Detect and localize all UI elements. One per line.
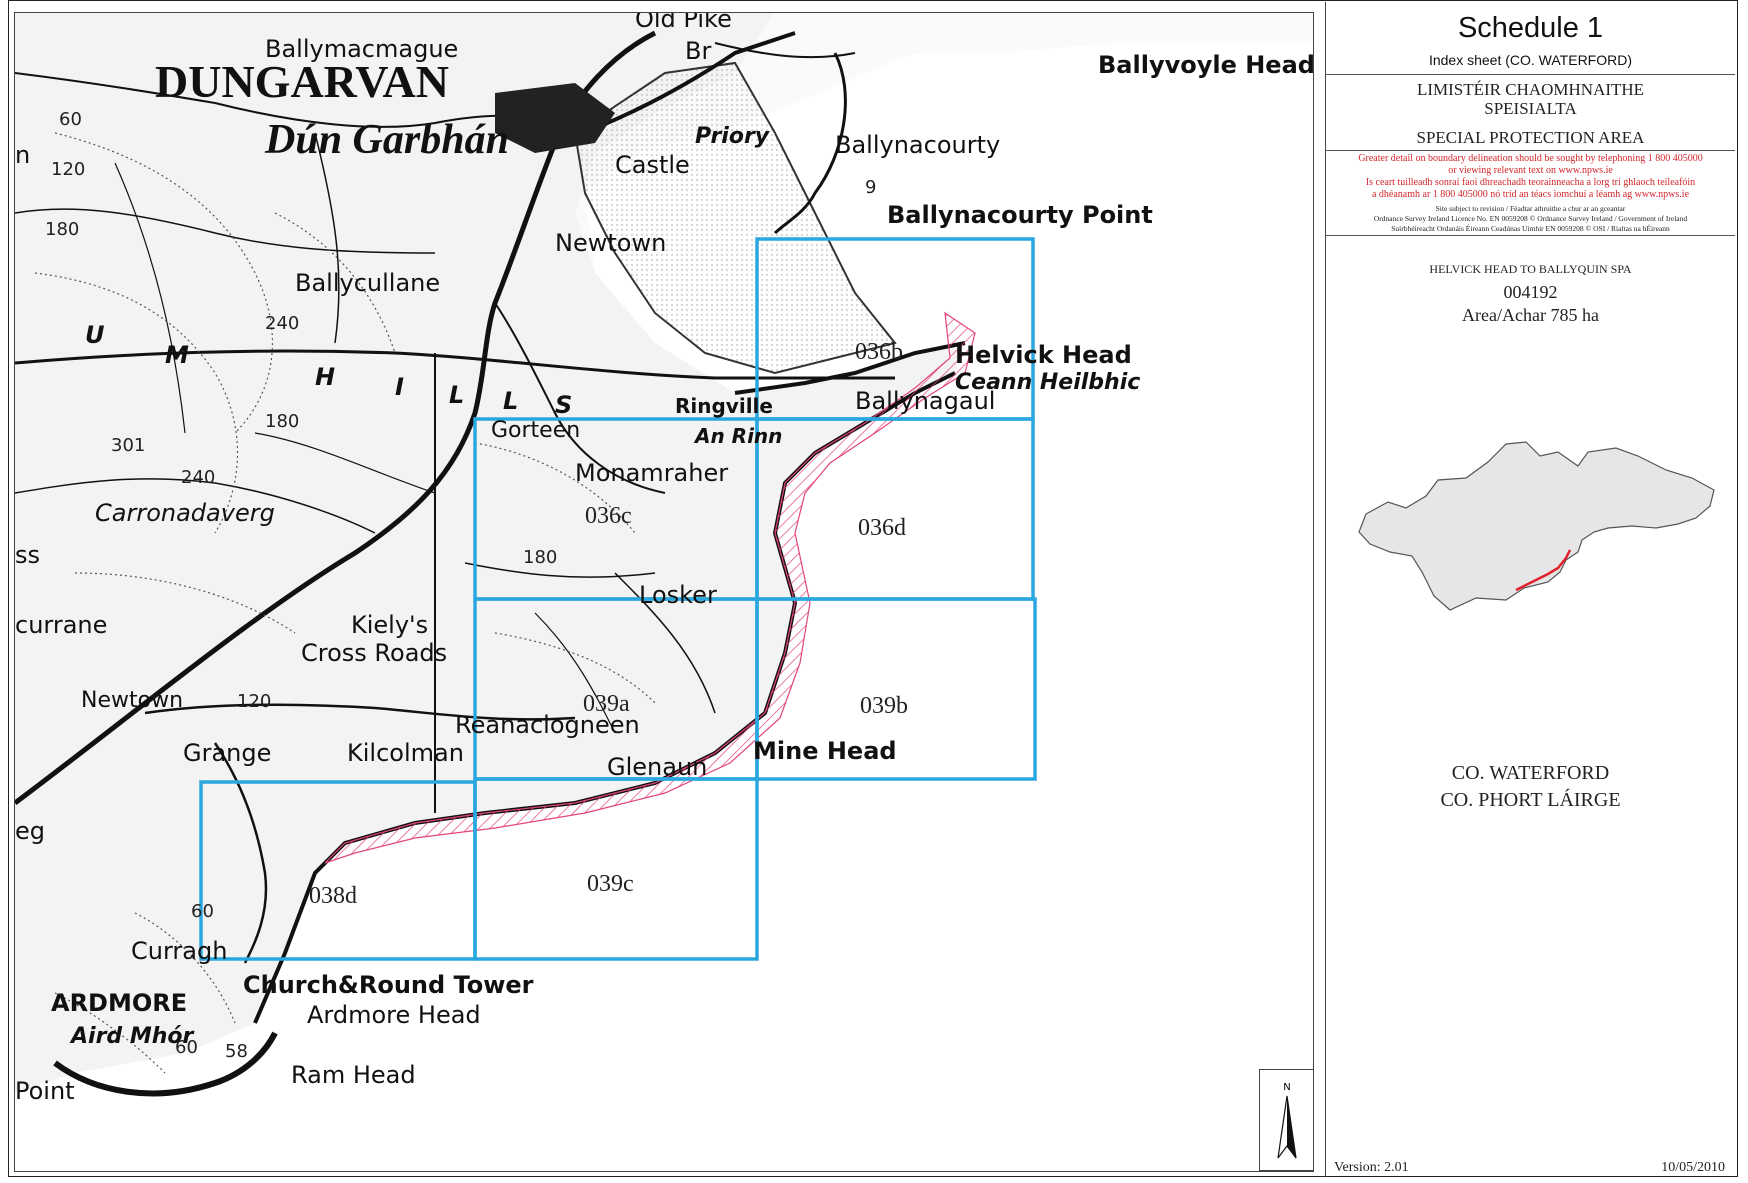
spot-height: 60 [175,1037,198,1058]
label-cross-roads: Cross Roads [301,639,447,667]
label-glenaun: Glenaun [607,753,707,781]
spot-height: 240 [265,313,299,334]
label-ballynagaul: Ballynagaul [855,387,995,415]
label-ardmore: ARDMORE [51,989,187,1017]
label-point: Point [15,1077,75,1105]
divider [1326,150,1735,151]
label-ardmore-head: Ardmore Head [307,1001,481,1029]
site-name: HELVICK HEAD TO BALLYQUIN SPA [1429,262,1632,276]
map-panel[interactable]: 036b 036c 036d 039a 039b 039c 038d DUNGA… [14,12,1314,1172]
label-newtown-south: Newtown [81,688,183,713]
north-arrow-icon [1277,1095,1297,1159]
county-irish: CO. PHORT LÁIRGE [1440,789,1621,811]
county-english: CO. WATERFORD [1451,762,1610,784]
notice-small-1: Site subject to revision / Féadtar athru… [1435,204,1626,213]
divider [1326,235,1735,236]
site-code: 004192 [1503,282,1558,302]
label-curragh: Curragh [131,937,227,965]
label-church-round-tower: Church&Round Tower [243,971,534,999]
label-dun-garbhan: Dún Garbhán [264,117,509,163]
label-priory: Priory [695,124,771,149]
label-hills-l1: L [449,381,464,409]
label-castle: Castle [615,151,690,179]
tile-label-039c: 039c [587,871,634,897]
label-ringville: Ringville [675,394,773,418]
label-dungarvan: DUNGARVAN [155,56,449,107]
label-helvick-head: Helvick Head [955,341,1132,369]
label-ballynacourty: Ballynacourty [835,131,1000,159]
notice-red-3: Is ceart tuilleadh sonraí faoi dhreachad… [1365,177,1696,188]
spot-height: 180 [523,547,557,568]
label-eg: eg [15,817,45,845]
label-hills-i: I [395,373,404,401]
basemap-svg: 036b 036c 036d 039a 039b 039c 038d DUNGA… [15,13,1314,1171]
label-br: Br [685,37,711,65]
label-an-rinn: An Rinn [693,424,782,448]
label-reanaclogneen: Reanaclogneen [455,711,640,739]
label-kielys: Kiely's [351,611,428,639]
spot-height: 180 [265,411,299,432]
notice-small-2: Ordnance Survey Ireland Licence No. EN 0… [1373,214,1688,223]
label-grange: Grange [183,739,271,767]
english-title: SPECIAL PROTECTION AREA [1416,128,1645,147]
tile-label-039b: 039b [860,693,908,719]
tile-label-036d: 036d [858,515,906,541]
spot-height: 60 [59,109,82,130]
index-sheet-label: Index sheet (CO. WATERFORD) [1428,52,1633,68]
spot-height: 301 [111,435,145,456]
legend-panel: Schedule 1 Index sheet (CO. WATERFORD) L… [1325,2,1735,1177]
spot-height: 120 [237,691,271,712]
label-hills-u: U [85,321,105,349]
notice-red-2: or viewing relevant text on www.npws.ie [1448,165,1613,176]
label-kilcolman: Kilcolman [347,739,464,767]
date-label: 10/05/2010 [1661,1160,1725,1175]
spot-height: 180 [45,219,79,240]
tile-label-038d: 038d [309,883,357,909]
tile-label-036c: 036c [585,503,632,529]
label-monamraher: Monamraher [575,459,728,487]
irish-title-line2: SPEISIALTA [1484,99,1577,118]
tile-label-036b: 036b [855,339,903,365]
label-hills-l2: L [503,387,518,415]
spot-height: 58 [225,1041,248,1062]
label-ram-head: Ram Head [291,1061,416,1089]
label-ballyvoyle-head: Ballyvoyle Head [1098,51,1314,79]
label-hills-m: M [165,341,189,369]
label-newtown-north: Newtown [555,229,666,257]
version-label: Version: 2.01 [1334,1160,1409,1175]
label-hills-s: S [555,391,572,419]
label-old-pike: Old Pike [635,13,732,33]
county-waterford-outline [1358,441,1715,611]
site-area: Area/Achar 785 ha [1462,305,1599,325]
label-ss: ss [15,541,40,569]
notice-red-1: Greater detail on boundary delineation s… [1358,153,1703,164]
label-carronadaverg: Carronadaverg [95,499,275,527]
label-ballynacourty-point: Ballynacourty Point [887,201,1153,229]
label-gorteen: Gorteen [491,418,580,443]
spot-height: 60 [191,901,214,922]
notice-red-4: a dhéanamh ar 1 800 405000 nó tríd an té… [1371,189,1690,200]
county-locator-map [1358,441,1715,611]
spot-height: 9 [865,177,876,198]
irish-title-line1: LIMISTÉIR CHAOMHNAITHE [1416,80,1645,99]
schedule-title: Schedule 1 [1457,12,1604,44]
label-ballycullane: Ballycullane [295,269,440,297]
spot-height: 120 [51,159,85,180]
divider [1326,74,1735,75]
notice-small-3: Suirbhéireacht Ordanáis Éireann Ceadúnas… [1391,224,1670,233]
north-arrow-box: N [1259,1069,1313,1171]
label-hills-h: H [315,363,335,391]
label-losker: Losker [639,581,717,609]
spot-height: 240 [181,467,215,488]
label-mine-head: Mine Head [753,737,897,765]
label-ballymacmague: Ballymacmague [265,35,458,63]
label-currane: currane [15,611,107,639]
label-n-left: n [15,141,30,169]
